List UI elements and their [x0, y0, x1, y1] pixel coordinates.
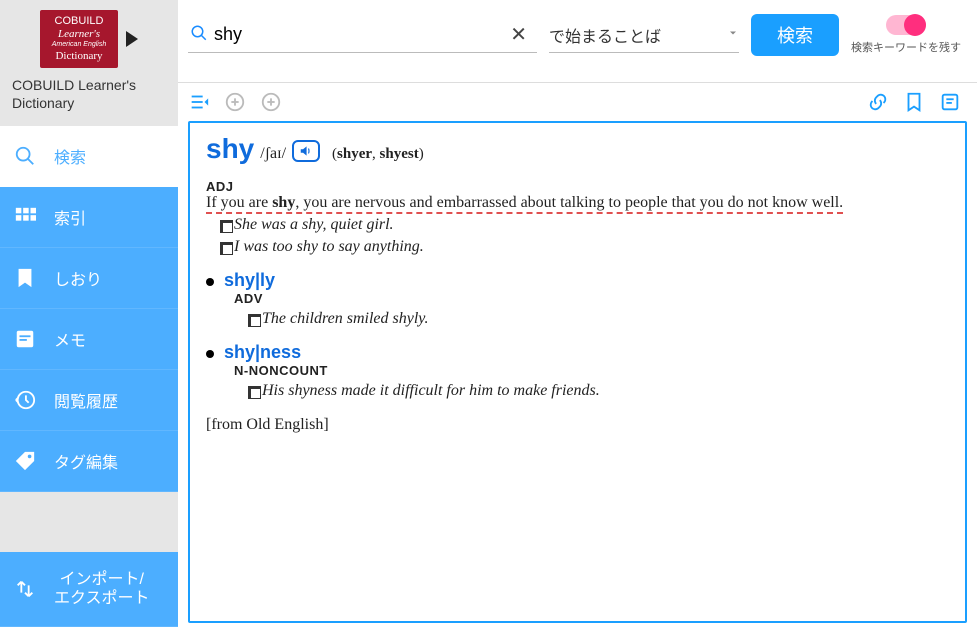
nav-label: しおり — [54, 266, 102, 290]
history-icon — [14, 389, 36, 411]
add-circle-icon-2[interactable] — [260, 91, 282, 113]
search-button[interactable]: 検索 — [751, 14, 839, 56]
nav-label: 閲覧履歴 — [54, 388, 118, 412]
part-of-speech: ADV — [234, 291, 949, 306]
nav-import-export[interactable]: インポート/エクスポート — [0, 552, 178, 627]
play-icon[interactable] — [126, 31, 138, 47]
note-icon — [14, 328, 36, 350]
nav-tag[interactable]: タグ編集 — [0, 431, 178, 492]
nav-label: インポート/エクスポート — [54, 570, 150, 608]
headword: shy — [206, 133, 254, 165]
chevron-down-icon — [727, 26, 739, 44]
bullet-icon — [206, 278, 214, 286]
clear-icon[interactable]: ✕ — [500, 22, 537, 47]
example: His shyness made it difficult for him to… — [248, 382, 949, 400]
derived-headword[interactable]: shy|ness — [224, 342, 301, 363]
example: The children smiled shyly. — [248, 310, 949, 328]
bookmark-icon — [14, 267, 36, 289]
inflections: (shyer, shyest) — [332, 146, 424, 163]
add-circle-icon[interactable] — [224, 91, 246, 113]
link-icon[interactable] — [867, 91, 889, 113]
bookmark-outline-icon[interactable] — [903, 91, 925, 113]
nav-memo[interactable]: メモ — [0, 309, 178, 370]
search-box: ✕ — [188, 17, 537, 53]
entry-panel: shy /ʃaɪ/ (shyer, shyest) ADJ If you are… — [188, 121, 967, 623]
search-input[interactable] — [214, 24, 500, 45]
definition: If you are shy, you are nervous and emba… — [206, 194, 949, 212]
example: She was a shy, quiet girl. — [220, 216, 949, 234]
transfer-icon — [14, 578, 36, 600]
nav-search[interactable]: 検索 — [0, 126, 178, 187]
toggle-label: 検索キーワードを残す — [851, 39, 961, 55]
part-of-speech: N-NONCOUNT — [234, 363, 949, 378]
nav-label: 検索 — [54, 144, 86, 168]
filter-dropdown[interactable]: で始まることば — [549, 17, 739, 53]
derived-headword[interactable]: shy|ly — [224, 270, 275, 291]
etymology: [from Old English] — [206, 416, 949, 434]
app-title: COBUILD Learner's Dictionary — [8, 76, 170, 112]
tool-row — [178, 83, 977, 121]
memo-outline-icon[interactable] — [939, 91, 961, 113]
nav-index[interactable]: 索引 — [0, 187, 178, 248]
part-of-speech: ADJ — [206, 179, 949, 194]
grid-icon — [14, 206, 36, 228]
nav-bookmark[interactable]: しおり — [0, 248, 178, 309]
nav-history[interactable]: 閲覧履歴 — [0, 370, 178, 431]
app-logo: COBUILD Learner's American English Dicti… — [40, 10, 118, 68]
logo-block: COBUILD Learner's American English Dicti… — [0, 0, 178, 126]
example: I was too shy to say anything. — [220, 238, 949, 256]
tag-icon — [14, 450, 36, 472]
ipa: /ʃaɪ/ — [260, 145, 286, 163]
search-icon — [190, 24, 208, 45]
top-bar: ✕ で始まることば 検索 検索キーワードを残す — [178, 0, 977, 83]
nav-label: タグ編集 — [54, 449, 118, 473]
pronounce-button[interactable] — [292, 140, 320, 162]
nav-label: 索引 — [54, 205, 86, 229]
collapse-sidebar-icon[interactable] — [188, 91, 210, 113]
keep-keyword-toggle[interactable] — [886, 15, 926, 35]
filter-label: で始まることば — [549, 23, 661, 47]
bullet-icon — [206, 350, 214, 358]
nav-label: メモ — [54, 327, 86, 351]
search-icon — [14, 145, 36, 167]
sidebar: COBUILD Learner's American English Dicti… — [0, 0, 178, 627]
